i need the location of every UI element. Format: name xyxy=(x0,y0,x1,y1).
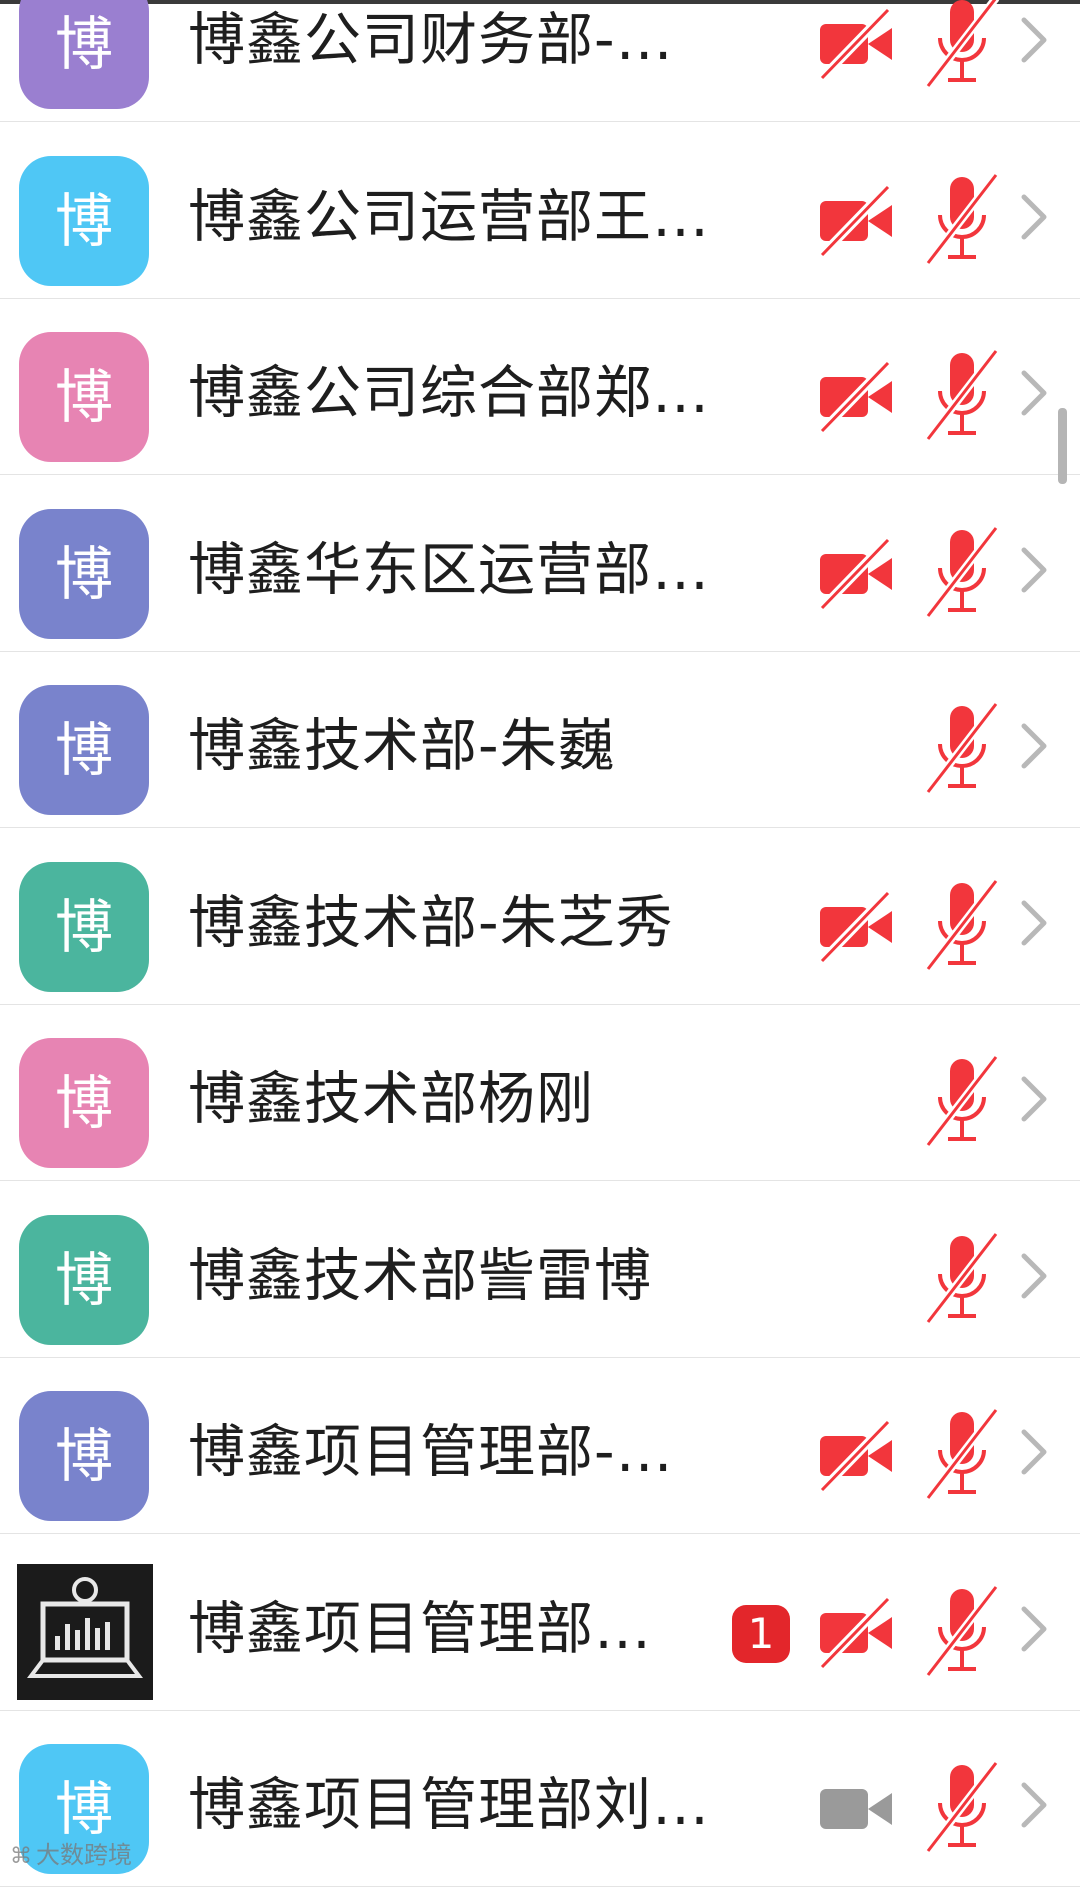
participant-row[interactable]: 博博鑫项目管理部刘… xyxy=(0,1711,1080,1887)
camera-off-icon[interactable] xyxy=(818,889,894,965)
mic-muted-icon[interactable] xyxy=(924,1406,1000,1502)
watermark-logo-icon: ⌘ xyxy=(10,1844,32,1869)
participant-row[interactable]: 博博鑫公司综合部郑… xyxy=(0,299,1080,475)
chevron-right-icon[interactable] xyxy=(1016,1601,1052,1657)
participant-row[interactable]: 博博鑫技术部杨刚 xyxy=(0,1005,1080,1181)
mic-muted-icon[interactable] xyxy=(924,877,1000,973)
participant-row[interactable]: 博博鑫技术部訾雷博 xyxy=(0,1182,1080,1358)
avatar: 博 xyxy=(19,1391,149,1521)
mic-muted-icon[interactable] xyxy=(924,1583,1000,1679)
participant-name: 博鑫公司综合部郑… xyxy=(188,360,710,426)
chevron-right-icon[interactable] xyxy=(1016,365,1052,421)
avatar: 博 xyxy=(19,685,149,815)
participant-name: 博鑫华东区运营部… xyxy=(188,536,710,603)
chevron-right-icon[interactable] xyxy=(1016,1424,1052,1480)
mic-muted-icon[interactable] xyxy=(924,524,1000,620)
chevron-right-icon[interactable] xyxy=(1016,1248,1052,1304)
camera-off-icon[interactable] xyxy=(818,359,894,435)
unread-count-badge: 1 xyxy=(732,1604,790,1663)
avatar: 博 xyxy=(19,1038,149,1168)
participant-name: 博鑫公司财务部-… xyxy=(188,7,674,73)
chevron-right-icon[interactable] xyxy=(1016,895,1052,951)
camera-icon[interactable] xyxy=(818,1771,894,1847)
camera-off-icon[interactable] xyxy=(818,183,894,259)
participant-row[interactable]: 博博鑫公司运营部王… xyxy=(0,123,1080,299)
participant-name: 博鑫技术部杨刚 xyxy=(188,1066,594,1132)
participant-row[interactable]: 博鑫项目管理部… 1 xyxy=(0,1535,1080,1711)
avatar: 博 xyxy=(19,861,149,992)
chevron-right-icon[interactable] xyxy=(1016,718,1052,774)
mic-muted-icon[interactable] xyxy=(924,700,1000,796)
chevron-right-icon[interactable] xyxy=(1016,189,1052,245)
avatar: 博 xyxy=(19,332,149,462)
chevron-right-icon[interactable] xyxy=(1016,1071,1052,1127)
avatar: 博 xyxy=(19,1214,149,1345)
participant-row[interactable]: 博博鑫技术部-朱巍 xyxy=(0,652,1080,828)
participant-row[interactable]: 博博鑫项目管理部-… xyxy=(0,1358,1080,1534)
participant-name: 博鑫项目管理部刘… xyxy=(188,1772,710,1838)
chevron-right-icon[interactable] xyxy=(1016,542,1052,598)
camera-off-icon[interactable] xyxy=(818,536,894,612)
room-device-avatar-icon xyxy=(17,1563,153,1700)
participant-name: 博鑫技术部訾雷博 xyxy=(188,1242,652,1309)
watermark-text: 大数跨境 xyxy=(36,1841,132,1869)
participant-name: 博鑫项目管理部… xyxy=(188,1595,652,1662)
avatar: 博 xyxy=(19,508,149,639)
participant-name: 博鑫公司运营部王… xyxy=(188,183,710,250)
mic-muted-icon[interactable] xyxy=(924,1759,1000,1855)
mic-muted-icon[interactable] xyxy=(924,347,1000,443)
participant-row[interactable]: 博博鑫技术部-朱芝秀 xyxy=(0,829,1080,1005)
avatar: 博 xyxy=(19,155,149,286)
watermark: ⌘ 大数跨境 xyxy=(10,1838,132,1872)
mic-muted-icon[interactable] xyxy=(924,1230,1000,1326)
avatar: 博 xyxy=(19,0,149,109)
scrollbar[interactable] xyxy=(1058,408,1067,484)
mic-muted-icon[interactable] xyxy=(924,1053,1000,1149)
participant-name: 博鑫技术部-朱芝秀 xyxy=(188,889,674,956)
participant-name: 博鑫技术部-朱巍 xyxy=(188,713,616,779)
camera-off-icon[interactable] xyxy=(818,6,894,82)
chevron-right-icon[interactable] xyxy=(1016,1777,1052,1833)
mic-muted-icon[interactable] xyxy=(924,171,1000,267)
participant-row[interactable]: 博博鑫华东区运营部… xyxy=(0,476,1080,652)
chevron-right-icon[interactable] xyxy=(1016,12,1052,68)
camera-off-icon[interactable] xyxy=(818,1595,894,1671)
participant-row[interactable]: 博博鑫公司财务部-… xyxy=(0,0,1080,122)
participant-name: 博鑫项目管理部-… xyxy=(188,1419,674,1485)
mic-muted-icon[interactable] xyxy=(924,0,1000,90)
camera-off-icon[interactable] xyxy=(818,1418,894,1494)
